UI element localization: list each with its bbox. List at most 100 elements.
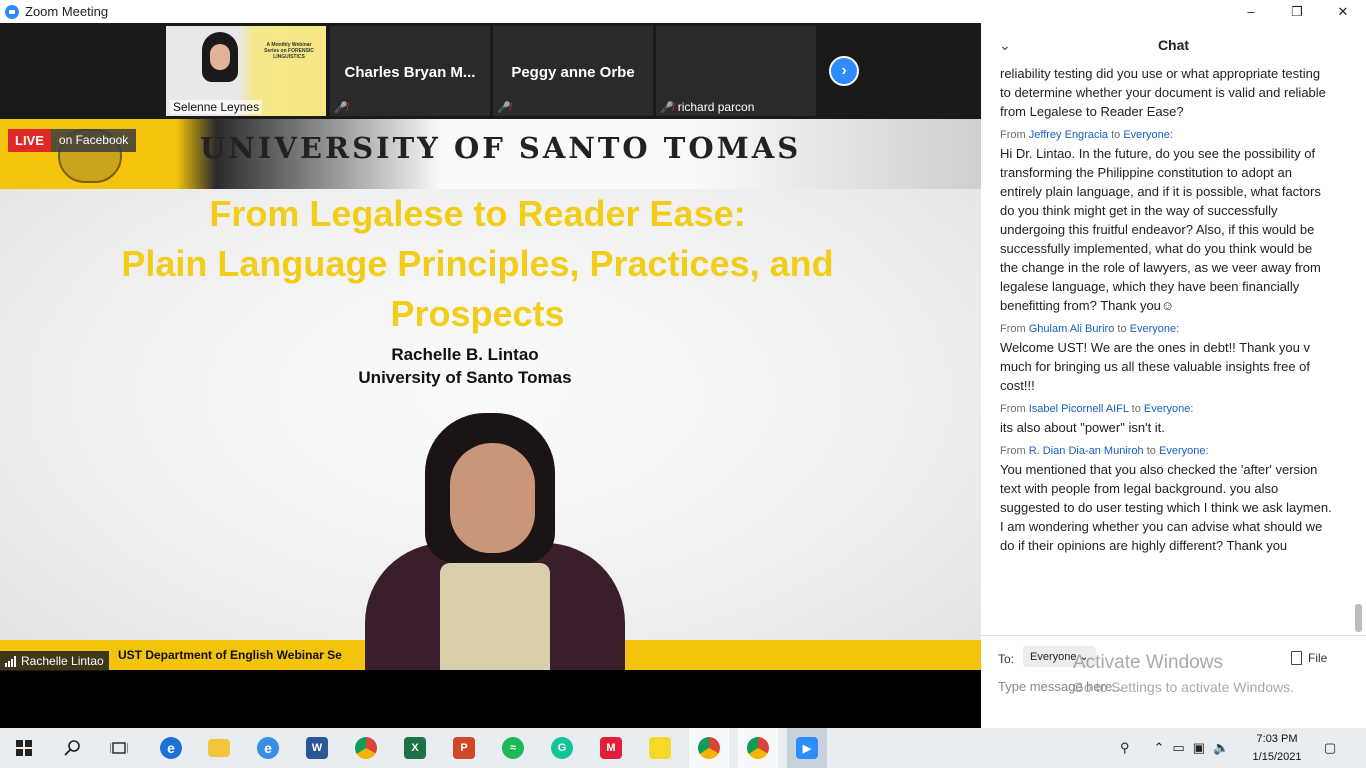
chat-sender[interactable]: Ghulam Ali Buriro	[1029, 323, 1115, 335]
chat-sender[interactable]: Jeffrey Engracia	[1029, 129, 1108, 141]
participant-thumb-peggy[interactable]: Peggy anne Orbe 🎤̸	[493, 26, 653, 116]
windows-taskbar: e e W X P ≈ G M ▶ ⚲ ⌃ ▭ ▣ 🔈 7:03 PM 1/15…	[0, 728, 1366, 768]
chrome-profile2-icon[interactable]	[738, 728, 778, 768]
slide-title-line1: From Legalese to Reader Ease:	[209, 193, 746, 234]
live-badge: LIVE	[8, 129, 51, 152]
chat-panel: ⌄ Chat reliability testing did you use o…	[981, 23, 1366, 728]
chat-message: From Isabel Picornell AIFL to Everyone: …	[981, 403, 1351, 445]
word-icon[interactable]: W	[297, 728, 337, 768]
chat-message-text: Welcome UST! We are the ones in debt!! T…	[1000, 340, 1311, 393]
video-stage: A Monthly Webinar Series on FORENSIC LIN…	[0, 23, 981, 728]
start-button[interactable]	[4, 728, 44, 768]
participant-label: 🎤̸	[334, 101, 348, 114]
battery-icon[interactable]: ▭	[1172, 740, 1184, 756]
zoom-app-icon	[5, 4, 19, 19]
file-explorer-icon[interactable]	[199, 728, 239, 768]
zoom-taskbar-icon[interactable]: ▶	[787, 728, 827, 768]
chat-message: From R. Dian Dia-an Muniroh to Everyone:…	[981, 445, 1351, 563]
chevron-up-icon[interactable]: ⌃	[1154, 740, 1165, 756]
volume-icon[interactable]: 🔈	[1213, 740, 1229, 756]
chat-header: ⌄ Chat	[981, 23, 1366, 67]
mic-muted-icon: 🎤̸	[660, 101, 674, 114]
chat-scrollbar[interactable]	[1355, 604, 1362, 632]
mic-muted-icon: 🎤̸	[497, 102, 511, 114]
grammarly-icon[interactable]: G	[542, 728, 582, 768]
chat-title: Chat	[1157, 37, 1190, 53]
window-titlebar: Zoom Meeting – ❐ ✕	[0, 0, 1366, 23]
network-icon[interactable]: ▣	[1193, 740, 1205, 756]
participant-thumb-richard[interactable]: 🎤̸ richard parcon	[656, 26, 816, 116]
chat-message-text: its also about "power" isn't it.	[1000, 420, 1165, 435]
watermark-line1: Activate Windows	[1073, 652, 1223, 673]
slide-footer-text: UST Department of English Webinar Se	[118, 648, 342, 662]
chat-recipient[interactable]: Everyone:	[1130, 323, 1180, 335]
people-icon[interactable]: ⚲	[1120, 740, 1130, 756]
search-icon[interactable]	[52, 728, 92, 768]
participant-name: Charles Bryan M...	[344, 64, 476, 81]
shared-slide: UNIVERSITY OF SANTO TOMAS LIVE on Facebo…	[0, 119, 981, 670]
notifications-icon[interactable]: ▢	[1324, 728, 1336, 768]
speaker-video-overlay	[345, 413, 625, 670]
participant-name: richard parcon	[677, 100, 755, 114]
close-button[interactable]: ✕	[1320, 0, 1366, 23]
restore-button[interactable]: ❐	[1274, 0, 1320, 23]
chat-message-meta: From Jeffrey Engracia to Everyone:	[1000, 129, 1173, 141]
participant-label: 🎤̸	[497, 101, 511, 114]
slide-affiliation: University of Santo Tomas	[358, 368, 572, 387]
clock-date: 1/15/2021	[1252, 751, 1302, 763]
participant-label: Selenne Leynes	[170, 100, 263, 114]
university-header: UNIVERSITY OF SANTO TOMAS	[200, 131, 802, 165]
edge-icon[interactable]: e	[151, 728, 191, 768]
spotify-icon[interactable]: ≈	[493, 728, 533, 768]
chat-sender[interactable]: R. Dian Dia-an Muniroh	[1029, 445, 1144, 457]
participant-thumb-charles[interactable]: Charles Bryan M... 🎤̸	[330, 26, 490, 116]
participant-thumb-selenne[interactable]: A Monthly Webinar Series on FORENSIC LIN…	[166, 26, 326, 116]
participant-video	[202, 32, 238, 82]
chat-message-text: Hi Dr. Lintao. In the future, do you see…	[1000, 146, 1321, 313]
chat-sender[interactable]: Isabel Picornell AIFL	[1029, 403, 1129, 415]
powerpoint-icon[interactable]: P	[444, 728, 484, 768]
windows-logo-icon	[16, 740, 32, 756]
chat-message-meta: From Isabel Picornell AIFL to Everyone:	[1000, 403, 1194, 415]
taskbar-clock[interactable]: 7:03 PM 1/15/2021	[1248, 730, 1306, 766]
clock-time: 7:03 PM	[1256, 733, 1298, 745]
participant-name: Peggy anne Orbe	[511, 64, 635, 81]
window-controls: – ❐ ✕	[1228, 0, 1366, 23]
chat-message: From Jeffrey Engracia to Everyone: Hi Dr…	[981, 129, 1351, 323]
chat-message: From Ghulam Ali Buriro to Everyone: Welc…	[981, 323, 1351, 403]
signal-bars-icon	[5, 655, 16, 667]
mendeley-icon[interactable]: M	[591, 728, 631, 768]
chat-recipient[interactable]: Everyone:	[1123, 129, 1173, 141]
system-tray: ⚲ ⌃ ▭ ▣ 🔈	[1120, 728, 1229, 768]
chrome-profile-icon[interactable]	[689, 728, 729, 768]
watermark-line2: Go to Settings to activate Windows.	[1073, 679, 1294, 695]
next-participants-button[interactable]: ›	[829, 56, 859, 86]
task-view-icon[interactable]	[99, 728, 139, 768]
live-platform: on Facebook	[50, 129, 137, 152]
chat-recipient[interactable]: Everyone:	[1159, 445, 1209, 457]
slide-banner: UNIVERSITY OF SANTO TOMAS	[0, 119, 981, 189]
slide-title-line3: Prospects	[390, 293, 565, 334]
excel-icon[interactable]: X	[395, 728, 435, 768]
active-speaker-label: Rachelle Lintao	[0, 651, 109, 671]
participant-name: Selenne Leynes	[173, 100, 260, 114]
chat-message-text: You mentioned that you also checked the …	[1000, 462, 1332, 553]
chat-messages[interactable]: reliability testing did you use or what …	[981, 64, 1351, 634]
live-indicator[interactable]: LIVE on Facebook	[8, 129, 137, 152]
chat-message: reliability testing did you use or what …	[981, 64, 1351, 129]
window-title: Zoom Meeting	[25, 4, 109, 19]
activate-windows-watermark: Activate Windows Go to Settings to activ…	[1073, 652, 1294, 695]
chat-message-text: reliability testing did you use or what …	[1000, 66, 1326, 119]
internet-explorer-icon[interactable]: e	[248, 728, 288, 768]
sticky-notes-icon[interactable]	[640, 728, 680, 768]
participant-label: 🎤̸ richard parcon	[660, 100, 754, 114]
chat-recipient[interactable]: Everyone:	[1144, 403, 1194, 415]
minimize-button[interactable]: –	[1228, 0, 1274, 23]
active-speaker-name: Rachelle Lintao	[21, 654, 104, 668]
file-button[interactable]: File	[1291, 651, 1327, 665]
to-label: To:	[998, 652, 1015, 666]
mic-muted-icon: 🎤̸	[334, 102, 348, 114]
chrome-icon[interactable]	[346, 728, 386, 768]
slide-author: Rachelle B. Lintao	[391, 345, 539, 364]
participant-strip: A Monthly Webinar Series on FORENSIC LIN…	[0, 23, 981, 119]
